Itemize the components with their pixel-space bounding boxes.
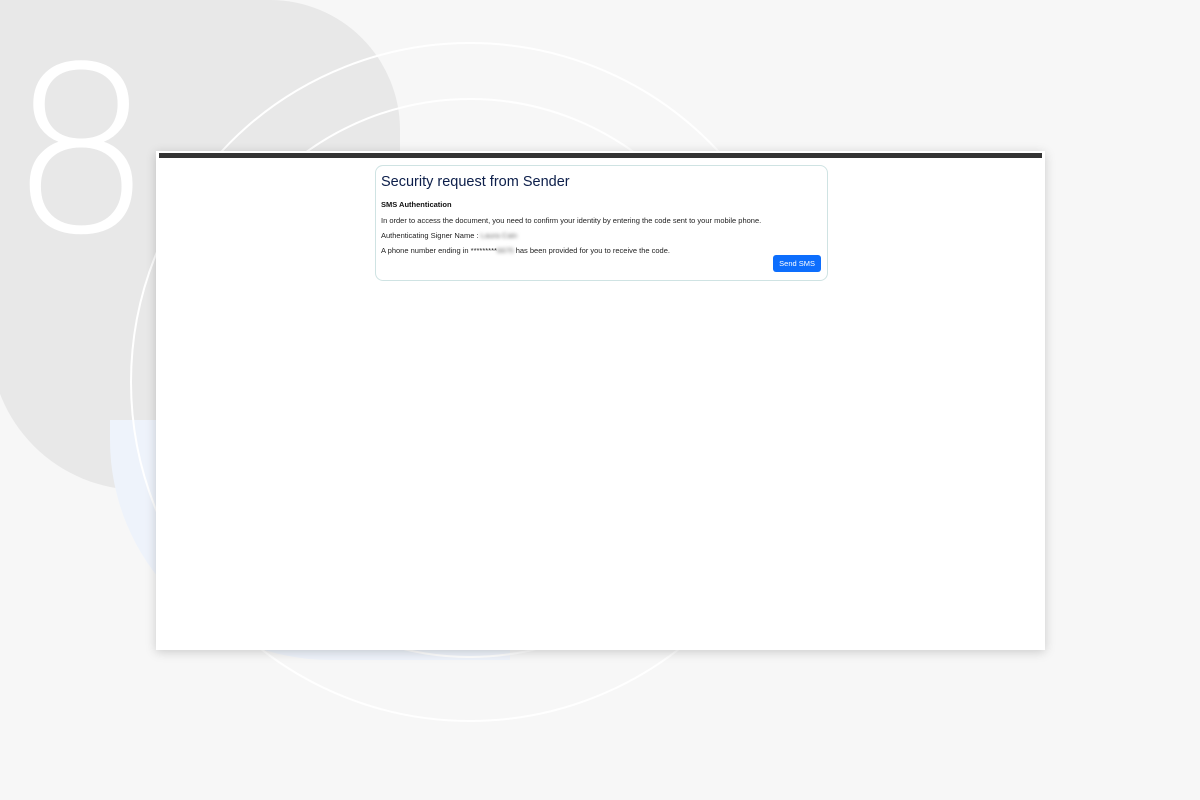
step-number: 8 [8, 19, 155, 286]
signer-name-row: Authenticating Signer Name : Laura Cain [381, 231, 822, 241]
phone-prefix: A phone number ending in ********* [381, 246, 497, 255]
send-sms-button[interactable]: Send SMS [773, 255, 821, 272]
security-request-card: Security request from Sender SMS Authent… [375, 165, 828, 281]
phone-number-row: A phone number ending in *********6675 h… [381, 246, 822, 256]
phone-tail: has been provided for you to receive the… [515, 246, 670, 255]
signer-label: Authenticating Signer Name : [381, 231, 479, 240]
tutorial-stage: 8 Security request from Sender SMS Authe… [0, 0, 1200, 800]
window-top-bar [159, 153, 1042, 158]
signer-name: Laura Cain [480, 231, 518, 240]
browser-window: Security request from Sender SMS Authent… [156, 151, 1045, 650]
instruction-text: In order to access the document, you nee… [381, 216, 762, 225]
phone-digits: 6675 [496, 246, 514, 255]
card-subtitle: SMS Authentication [381, 200, 452, 209]
card-title: Security request from Sender [381, 174, 570, 190]
